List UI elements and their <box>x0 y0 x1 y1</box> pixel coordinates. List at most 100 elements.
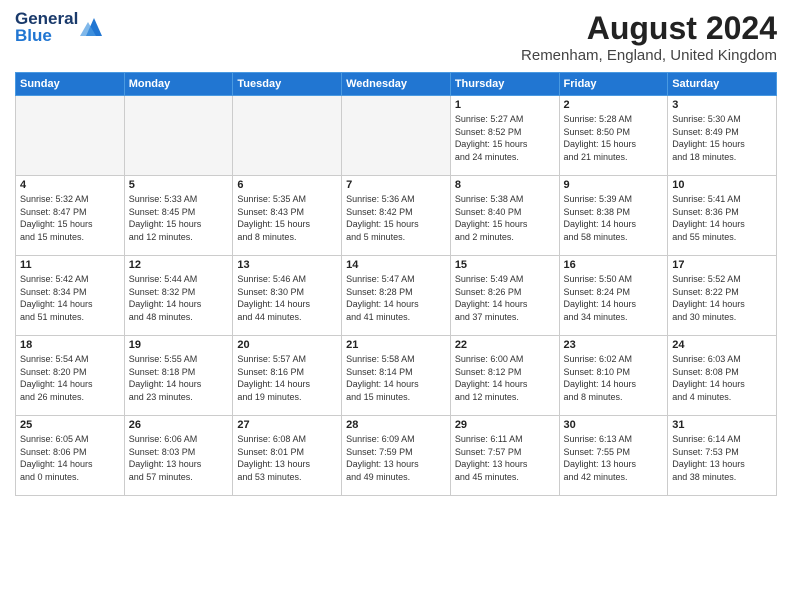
calendar-cell: 24Sunrise: 6:03 AM Sunset: 8:08 PM Dayli… <box>668 336 777 416</box>
logo-blue: Blue <box>15 27 78 44</box>
day-number: 4 <box>20 179 120 191</box>
calendar-cell: 6 Sunrise: 5:35 AM Sunset: 8:43 PM Daylig… <box>233 176 342 256</box>
day-number: 8 <box>455 179 555 191</box>
calendar-cell: 17Sunrise: 5:52 AM Sunset: 8:22 PM Dayli… <box>668 256 777 336</box>
day-number: 7 <box>346 179 446 191</box>
header-row: SundayMondayTuesdayWednesdayThursdayFrid… <box>16 73 777 96</box>
cell-content: Sunrise: 5:41 AM Sunset: 8:36 PM Dayligh… <box>672 193 772 243</box>
calendar-cell: 22Sunrise: 6:00 AM Sunset: 8:12 PM Dayli… <box>450 336 559 416</box>
calendar-cell: 13 Sunrise: 5:46 AM Sunset: 8:30 PM Dayli… <box>233 256 342 336</box>
calendar-cell: 10Sunrise: 5:41 AM Sunset: 8:36 PM Dayli… <box>668 176 777 256</box>
calendar-cell: 14 Sunrise: 5:47 AM Sunset: 8:28 PM Dayli… <box>342 256 451 336</box>
day-number: 26 <box>129 419 229 431</box>
cell-content: Sunrise: 5:30 AM Sunset: 8:49 PM Dayligh… <box>672 113 772 163</box>
day-number: 24 <box>672 339 772 351</box>
calendar-cell: 16 Sunrise: 5:50 AM Sunset: 8:24 PM Dayli… <box>559 256 668 336</box>
day-number: 28 <box>346 419 446 431</box>
cell-content: Sunrise: 5:52 AM Sunset: 8:22 PM Dayligh… <box>672 273 772 323</box>
calendar-cell: 3 Sunrise: 5:30 AM Sunset: 8:49 PM Daylig… <box>668 96 777 176</box>
day-number: 22 <box>455 339 555 351</box>
day-number: 31 <box>672 419 772 431</box>
day-number: 18 <box>20 339 120 351</box>
cell-content: Sunrise: 5:36 AM Sunset: 8:42 PM Dayligh… <box>346 193 446 243</box>
cell-content: Sunrise: 6:08 AM Sunset: 8:01 PM Dayligh… <box>237 433 337 483</box>
calendar-cell: 28 Sunrise: 6:09 AM Sunset: 7:59 PM Dayli… <box>342 416 451 496</box>
cell-content: Sunrise: 5:35 AM Sunset: 8:43 PM Dayligh… <box>237 193 337 243</box>
cell-content: Sunrise: 6:09 AM Sunset: 7:59 PM Dayligh… <box>346 433 446 483</box>
col-header-thursday: Thursday <box>450 73 559 96</box>
day-number: 12 <box>129 259 229 271</box>
calendar-table: SundayMondayTuesdayWednesdayThursdayFrid… <box>15 72 777 496</box>
cell-content: Sunrise: 5:54 AM Sunset: 8:20 PM Dayligh… <box>20 353 120 403</box>
calendar-cell: 21Sunrise: 5:58 AM Sunset: 8:14 PM Dayli… <box>342 336 451 416</box>
calendar-cell <box>16 96 125 176</box>
cell-content: Sunrise: 5:47 AM Sunset: 8:28 PM Dayligh… <box>346 273 446 323</box>
cell-content: Sunrise: 5:44 AM Sunset: 8:32 PM Dayligh… <box>129 273 229 323</box>
col-header-sunday: Sunday <box>16 73 125 96</box>
cell-content: Sunrise: 5:33 AM Sunset: 8:45 PM Dayligh… <box>129 193 229 243</box>
calendar-cell: 15 Sunrise: 5:49 AM Sunset: 8:26 PM Dayli… <box>450 256 559 336</box>
cell-content: Sunrise: 5:50 AM Sunset: 8:24 PM Dayligh… <box>564 273 664 323</box>
calendar-cell <box>233 96 342 176</box>
cell-content: Sunrise: 5:49 AM Sunset: 8:26 PM Dayligh… <box>455 273 555 323</box>
calendar-cell: 1Sunrise: 5:27 AM Sunset: 8:52 PM Daylig… <box>450 96 559 176</box>
day-number: 19 <box>129 339 229 351</box>
week-row-3: 11 Sunrise: 5:42 AM Sunset: 8:34 PM Dayli… <box>16 256 777 336</box>
calendar-cell: 5 Sunrise: 5:33 AM Sunset: 8:45 PM Daylig… <box>124 176 233 256</box>
cell-content: Sunrise: 6:14 AM Sunset: 7:53 PM Dayligh… <box>672 433 772 483</box>
day-number: 2 <box>564 99 664 111</box>
day-number: 14 <box>346 259 446 271</box>
cell-content: Sunrise: 5:28 AM Sunset: 8:50 PM Dayligh… <box>564 113 664 163</box>
cell-content: Sunrise: 5:38 AM Sunset: 8:40 PM Dayligh… <box>455 193 555 243</box>
cell-content: Sunrise: 5:55 AM Sunset: 8:18 PM Dayligh… <box>129 353 229 403</box>
calendar-cell: 29Sunrise: 6:11 AM Sunset: 7:57 PM Dayli… <box>450 416 559 496</box>
col-header-saturday: Saturday <box>668 73 777 96</box>
logo-icon <box>80 18 102 36</box>
calendar-cell: 2 Sunrise: 5:28 AM Sunset: 8:50 PM Daylig… <box>559 96 668 176</box>
month-year: August 2024 <box>521 10 777 47</box>
title-block: August 2024 Remenham, England, United Ki… <box>521 10 777 64</box>
calendar-cell: 26 Sunrise: 6:06 AM Sunset: 8:03 PM Dayli… <box>124 416 233 496</box>
calendar-cell: 31 Sunrise: 6:14 AM Sunset: 7:53 PM Dayli… <box>668 416 777 496</box>
calendar-cell <box>124 96 233 176</box>
cell-content: Sunrise: 5:27 AM Sunset: 8:52 PM Dayligh… <box>455 113 555 163</box>
day-number: 16 <box>564 259 664 271</box>
calendar-cell: 18 Sunrise: 5:54 AM Sunset: 8:20 PM Dayli… <box>16 336 125 416</box>
day-number: 20 <box>237 339 337 351</box>
week-row-5: 25 Sunrise: 6:05 AM Sunset: 8:06 PM Dayli… <box>16 416 777 496</box>
day-number: 21 <box>346 339 446 351</box>
cell-content: Sunrise: 6:05 AM Sunset: 8:06 PM Dayligh… <box>20 433 120 483</box>
day-number: 15 <box>455 259 555 271</box>
cell-content: Sunrise: 5:42 AM Sunset: 8:34 PM Dayligh… <box>20 273 120 323</box>
col-header-monday: Monday <box>124 73 233 96</box>
cell-content: Sunrise: 5:32 AM Sunset: 8:47 PM Dayligh… <box>20 193 120 243</box>
calendar-cell: 20 Sunrise: 5:57 AM Sunset: 8:16 PM Dayli… <box>233 336 342 416</box>
day-number: 6 <box>237 179 337 191</box>
calendar-cell <box>342 96 451 176</box>
page: General Blue August 2024 Remenham, Engla… <box>0 0 792 506</box>
col-header-tuesday: Tuesday <box>233 73 342 96</box>
calendar-cell: 12 Sunrise: 5:44 AM Sunset: 8:32 PM Dayli… <box>124 256 233 336</box>
cell-content: Sunrise: 5:39 AM Sunset: 8:38 PM Dayligh… <box>564 193 664 243</box>
calendar-cell: 27 Sunrise: 6:08 AM Sunset: 8:01 PM Dayli… <box>233 416 342 496</box>
calendar-cell: 23Sunrise: 6:02 AM Sunset: 8:10 PM Dayli… <box>559 336 668 416</box>
cell-content: Sunrise: 6:02 AM Sunset: 8:10 PM Dayligh… <box>564 353 664 403</box>
day-number: 5 <box>129 179 229 191</box>
cell-content: Sunrise: 5:57 AM Sunset: 8:16 PM Dayligh… <box>237 353 337 403</box>
day-number: 3 <box>672 99 772 111</box>
day-number: 27 <box>237 419 337 431</box>
week-row-2: 4 Sunrise: 5:32 AM Sunset: 8:47 PM Daylig… <box>16 176 777 256</box>
calendar-cell: 19 Sunrise: 5:55 AM Sunset: 8:18 PM Dayli… <box>124 336 233 416</box>
calendar-cell: 7 Sunrise: 5:36 AM Sunset: 8:42 PM Daylig… <box>342 176 451 256</box>
calendar-cell: 4 Sunrise: 5:32 AM Sunset: 8:47 PM Daylig… <box>16 176 125 256</box>
day-number: 11 <box>20 259 120 271</box>
day-number: 30 <box>564 419 664 431</box>
cell-content: Sunrise: 5:46 AM Sunset: 8:30 PM Dayligh… <box>237 273 337 323</box>
day-number: 9 <box>564 179 664 191</box>
calendar-cell: 25 Sunrise: 6:05 AM Sunset: 8:06 PM Dayli… <box>16 416 125 496</box>
calendar-cell: 30Sunrise: 6:13 AM Sunset: 7:55 PM Dayli… <box>559 416 668 496</box>
cell-content: Sunrise: 6:06 AM Sunset: 8:03 PM Dayligh… <box>129 433 229 483</box>
calendar-cell: 11 Sunrise: 5:42 AM Sunset: 8:34 PM Dayli… <box>16 256 125 336</box>
day-number: 13 <box>237 259 337 271</box>
day-number: 25 <box>20 419 120 431</box>
